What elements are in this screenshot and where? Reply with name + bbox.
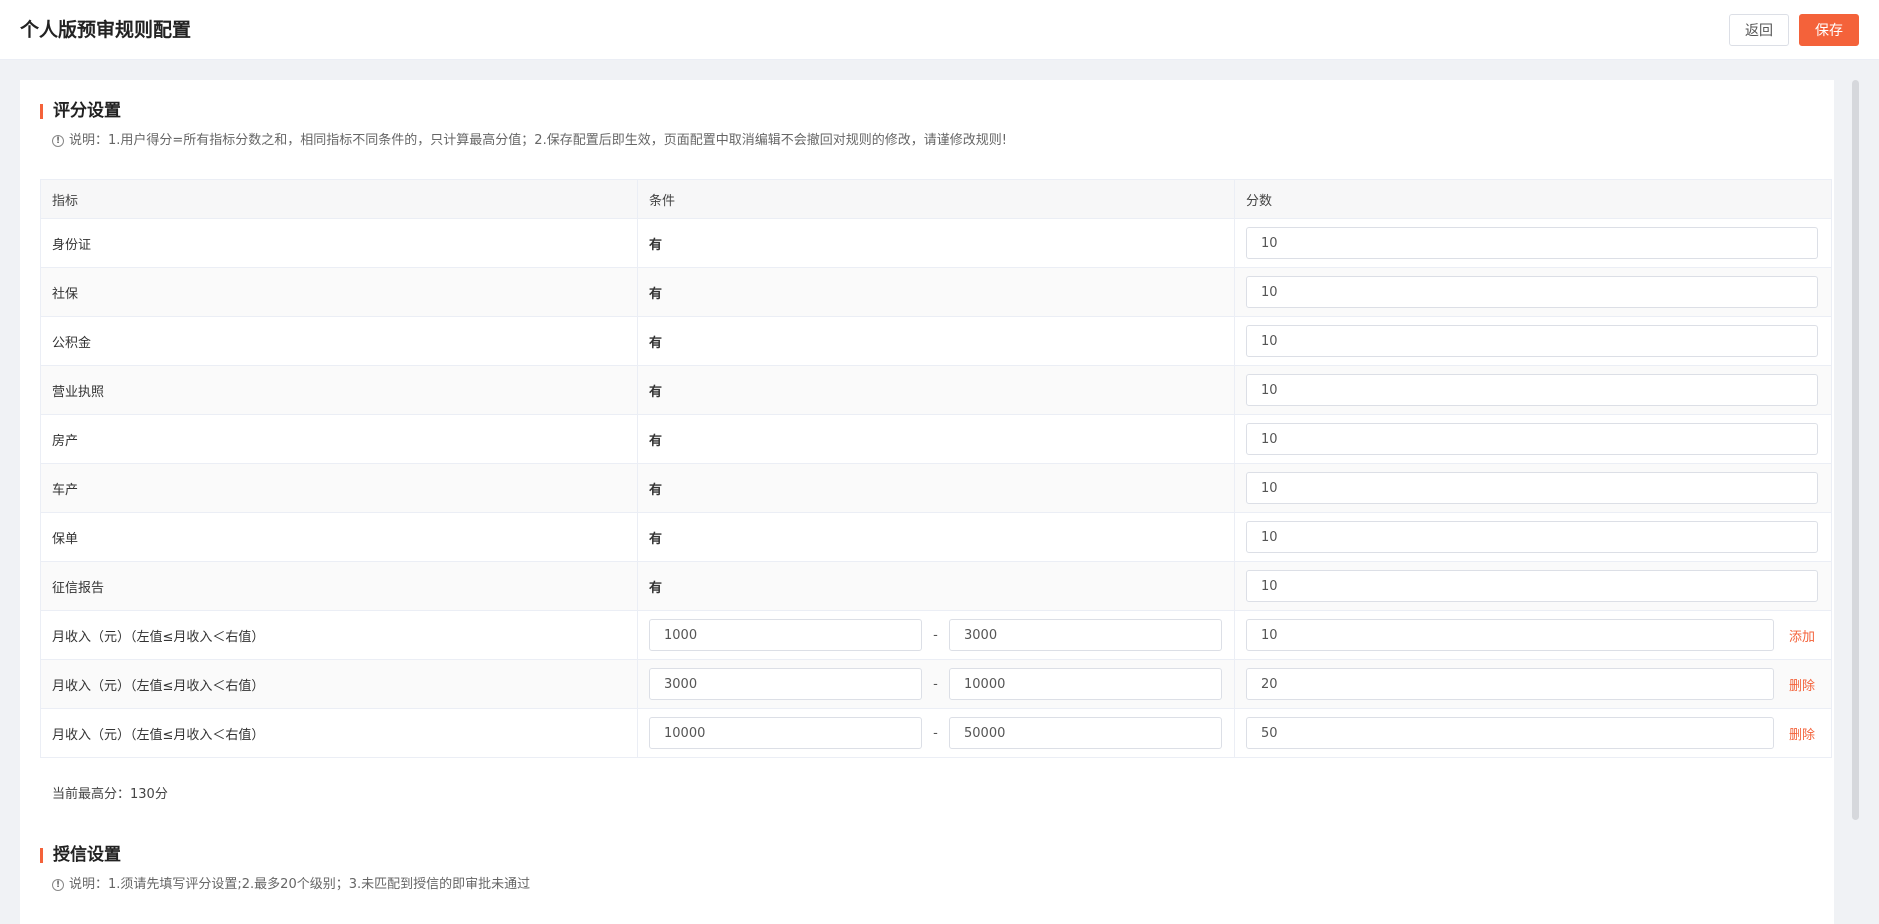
scoring-note: ! 说明：1.用户得分=所有指标分数之和，相同指标不同条件的，只计算最高分值；2… bbox=[52, 132, 1007, 150]
range-max-input[interactable] bbox=[949, 668, 1222, 700]
range-inputs: - bbox=[649, 619, 1223, 651]
save-button[interactable]: 保存 bbox=[1799, 14, 1859, 46]
score-input[interactable] bbox=[1246, 325, 1818, 357]
indicator-cell: 月收入（元）（左值≤月收入＜右值） bbox=[40, 610, 638, 660]
table-row: 保单 有 bbox=[40, 512, 1832, 562]
column-header-score: 分数 bbox=[1234, 179, 1832, 219]
section-accent-bar bbox=[40, 848, 43, 863]
score-input[interactable] bbox=[1246, 276, 1818, 308]
table-row: 公积金 有 bbox=[40, 316, 1832, 366]
indicator-cell: 公积金 bbox=[40, 316, 638, 366]
score-cell bbox=[1234, 414, 1832, 464]
condition-cell: 有 bbox=[637, 267, 1235, 317]
table-row: 营业执照 有 bbox=[40, 365, 1832, 415]
range-separator: - bbox=[933, 627, 938, 643]
condition-cell: 有 bbox=[637, 316, 1235, 366]
score-cell: 添加 bbox=[1234, 610, 1832, 660]
scoring-note-text: 说明：1.用户得分=所有指标分数之和，相同指标不同条件的，只计算最高分值；2.保… bbox=[69, 133, 1007, 148]
scoring-title-text: 评分设置 bbox=[53, 101, 121, 121]
table-row: 社保 有 bbox=[40, 267, 1832, 317]
score-input[interactable] bbox=[1246, 619, 1774, 651]
table-row: 房产 有 bbox=[40, 414, 1832, 464]
score-input[interactable] bbox=[1246, 374, 1818, 406]
score-wrap: 添加 bbox=[1246, 619, 1820, 651]
score-cell bbox=[1234, 512, 1832, 562]
range-inputs: - bbox=[649, 717, 1223, 749]
indicator-cell: 保单 bbox=[40, 512, 638, 562]
table-row: 月收入（元）（左值≤月收入＜右值） - 添加 bbox=[40, 610, 1832, 660]
credit-title-text: 授信设置 bbox=[53, 845, 121, 865]
range-min-input[interactable] bbox=[649, 619, 922, 651]
condition-cell: - bbox=[637, 610, 1235, 660]
score-input[interactable] bbox=[1246, 472, 1818, 504]
scrollbar-thumb[interactable] bbox=[1852, 80, 1859, 820]
condition-cell: 有 bbox=[637, 463, 1235, 513]
table-row: 月收入（元）（左值≤月收入＜右值） - 删除 bbox=[40, 708, 1832, 758]
score-cell: 删除 bbox=[1234, 659, 1832, 709]
indicator-cell: 营业执照 bbox=[40, 365, 638, 415]
max-score-text: 当前最高分：130分 bbox=[52, 787, 168, 802]
column-header-condition: 条件 bbox=[637, 179, 1235, 219]
add-link[interactable]: 添加 bbox=[1789, 626, 1815, 645]
indicator-cell: 征信报告 bbox=[40, 561, 638, 611]
range-min-input[interactable] bbox=[649, 717, 922, 749]
indicator-cell: 月收入（元）（左值≤月收入＜右值） bbox=[40, 659, 638, 709]
score-input[interactable] bbox=[1246, 423, 1818, 455]
range-min-input[interactable] bbox=[649, 668, 922, 700]
score-input[interactable] bbox=[1246, 668, 1774, 700]
score-wrap: 删除 bbox=[1246, 717, 1820, 749]
section-accent-bar bbox=[40, 104, 43, 119]
scoring-section-title: 评分设置 bbox=[40, 100, 121, 122]
range-separator: - bbox=[933, 725, 938, 741]
condition-cell: 有 bbox=[637, 414, 1235, 464]
score-cell bbox=[1234, 561, 1832, 611]
indicator-cell: 车产 bbox=[40, 463, 638, 513]
indicator-cell: 房产 bbox=[40, 414, 638, 464]
page-header: 个人版预审规则配置 返回 保存 bbox=[0, 0, 1879, 60]
info-circle-icon: ! bbox=[52, 879, 64, 891]
score-cell bbox=[1234, 316, 1832, 366]
range-separator: - bbox=[933, 676, 938, 692]
table-row: 车产 有 bbox=[40, 463, 1832, 513]
score-input[interactable] bbox=[1246, 521, 1818, 553]
delete-link[interactable]: 删除 bbox=[1789, 675, 1815, 694]
score-cell bbox=[1234, 365, 1832, 415]
indicator-cell: 社保 bbox=[40, 267, 638, 317]
table-row: 征信报告 有 bbox=[40, 561, 1832, 611]
credit-note: ! 说明：1.须请先填写评分设置;2.最多20个级别；3.未匹配到授信的即审批未… bbox=[52, 876, 530, 894]
range-max-input[interactable] bbox=[949, 717, 1222, 749]
condition-cell: 有 bbox=[637, 561, 1235, 611]
score-wrap: 删除 bbox=[1246, 668, 1820, 700]
condition-cell: 有 bbox=[637, 365, 1235, 415]
score-cell bbox=[1234, 267, 1832, 317]
page-title: 个人版预审规则配置 bbox=[20, 19, 192, 41]
column-header-indicator: 指标 bbox=[40, 179, 638, 219]
score-input[interactable] bbox=[1246, 717, 1774, 749]
range-inputs: - bbox=[649, 668, 1223, 700]
credit-note-text: 说明：1.须请先填写评分设置;2.最多20个级别；3.未匹配到授信的即审批未通过 bbox=[69, 877, 531, 892]
table-row: 身份证 有 bbox=[40, 218, 1832, 268]
scoring-table: 指标 条件 分数 身份证 有 社保 有 公积金 有 营业执照 有 房产 有 bbox=[40, 179, 1832, 758]
table-row: 月收入（元）（左值≤月收入＜右值） - 删除 bbox=[40, 659, 1832, 709]
condition-cell: 有 bbox=[637, 218, 1235, 268]
range-max-input[interactable] bbox=[949, 619, 1222, 651]
score-input[interactable] bbox=[1246, 227, 1818, 259]
info-circle-icon: ! bbox=[52, 135, 64, 147]
delete-link[interactable]: 删除 bbox=[1789, 724, 1815, 743]
score-cell bbox=[1234, 218, 1832, 268]
condition-cell: - bbox=[637, 708, 1235, 758]
score-input[interactable] bbox=[1246, 570, 1818, 602]
table-header-row: 指标 条件 分数 bbox=[40, 179, 1832, 219]
back-button[interactable]: 返回 bbox=[1729, 14, 1789, 46]
indicator-cell: 身份证 bbox=[40, 218, 638, 268]
condition-cell: 有 bbox=[637, 512, 1235, 562]
credit-section-title: 授信设置 bbox=[40, 844, 121, 866]
score-cell bbox=[1234, 463, 1832, 513]
score-cell: 删除 bbox=[1234, 708, 1832, 758]
indicator-cell: 月收入（元）（左值≤月收入＜右值） bbox=[40, 708, 638, 758]
config-card: 评分设置 ! 说明：1.用户得分=所有指标分数之和，相同指标不同条件的，只计算最… bbox=[20, 80, 1834, 924]
condition-cell: - bbox=[637, 659, 1235, 709]
